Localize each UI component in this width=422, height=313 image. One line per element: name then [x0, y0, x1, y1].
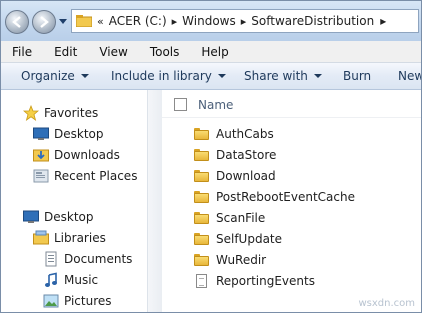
nav-recent-places[interactable]: Recent Places	[33, 167, 137, 185]
folder-icon	[76, 15, 92, 27]
desktop-icon	[23, 209, 39, 225]
folder-icon	[194, 169, 210, 183]
header-divider	[162, 117, 421, 118]
nav-desktop-root[interactable]: Desktop	[23, 208, 94, 226]
address-box[interactable]: « ACER (C:) ▸ Windows ▸ SoftwareDistribu…	[71, 9, 419, 33]
nav-music[interactable]: Music	[43, 271, 98, 289]
file-list: Name AuthCabs DataStore Download PostReb…	[162, 90, 421, 312]
nav-desktop-label: Desktop	[54, 127, 104, 141]
folder-icon	[194, 148, 210, 162]
list-item[interactable]: ScanFile	[194, 209, 265, 227]
back-arrow-icon	[12, 16, 21, 28]
nav-pictures[interactable]: Pictures	[43, 292, 112, 310]
list-item-label: ScanFile	[216, 211, 266, 225]
folder-icon	[194, 127, 210, 141]
nav-pictures-label: Pictures	[64, 294, 112, 308]
list-item-label: ReportingEvents	[216, 274, 315, 288]
nav-favorites-label: Favorites	[44, 106, 99, 120]
libraries-icon	[33, 230, 49, 246]
chevron-down-icon	[313, 74, 322, 78]
command-bar: Organize Include in library Share with B…	[1, 63, 421, 90]
nav-documents[interactable]: Documents	[43, 250, 132, 268]
menu-bar: File Edit View Tools Help	[1, 41, 421, 63]
menu-tools[interactable]: Tools	[150, 45, 180, 59]
recent-pages-dropdown-icon[interactable]	[59, 19, 67, 24]
documents-icon	[43, 251, 59, 267]
explorer-window: « ACER (C:) ▸ Windows ▸ SoftwareDistribu…	[0, 0, 422, 313]
organize-button[interactable]: Organize	[21, 69, 89, 83]
share-with-button[interactable]: Share with	[244, 69, 322, 83]
breadcrumb-separator-icon[interactable]: ▸	[172, 15, 178, 28]
column-header: Name	[162, 90, 421, 118]
share-with-label: Share with	[244, 69, 308, 83]
chevron-down-icon	[80, 74, 89, 78]
list-item[interactable]: PostRebootEventCache	[194, 188, 355, 206]
organize-label: Organize	[21, 69, 75, 83]
folder-icon	[194, 253, 210, 267]
select-all-checkbox[interactable]	[174, 98, 187, 111]
list-item-label: DataStore	[216, 148, 277, 162]
folder-icon	[194, 211, 210, 225]
folder-icon	[194, 232, 210, 246]
list-item-label: Download	[216, 169, 276, 183]
nav-favorites[interactable]: Favorites	[22, 104, 99, 122]
nav-libraries-label: Libraries	[54, 231, 106, 245]
breadcrumb-windows[interactable]: Windows	[182, 14, 236, 28]
column-name-header[interactable]: Name	[198, 98, 233, 112]
nav-desktop[interactable]: Desktop	[33, 125, 104, 143]
pane-splitter[interactable]	[147, 90, 163, 312]
list-item-label: AuthCabs	[216, 127, 274, 141]
breadcrumb-separator-icon[interactable]: ▸	[380, 14, 386, 28]
nav-documents-label: Documents	[64, 252, 133, 266]
forward-button[interactable]	[32, 10, 56, 34]
list-item-label: WuRedir	[216, 253, 267, 267]
list-item[interactable]: Download	[194, 167, 276, 185]
new-folder-button[interactable]: New	[398, 69, 421, 83]
navigation-pane: Favorites Desktop Downloads Recent Place…	[1, 90, 147, 312]
nav-downloads[interactable]: Downloads	[33, 146, 120, 164]
forward-arrow-icon	[40, 16, 49, 28]
list-item[interactable]: WuRedir	[194, 251, 266, 269]
list-item-label: PostRebootEventCache	[216, 190, 355, 204]
address-bar: « ACER (C:) ▸ Windows ▸ SoftwareDistribu…	[1, 1, 421, 41]
overflow-chevron[interactable]: «	[97, 15, 104, 28]
include-in-library-button[interactable]: Include in library	[111, 69, 226, 83]
pictures-icon	[43, 293, 59, 309]
breadcrumb-softwaredistribution[interactable]: SoftwareDistribution	[251, 14, 374, 28]
burn-button[interactable]: Burn	[343, 69, 371, 83]
downloads-folder-icon	[33, 147, 49, 163]
breadcrumb-drive[interactable]: ACER (C:)	[109, 14, 167, 28]
desktop-icon	[33, 126, 49, 142]
breadcrumb-separator-icon[interactable]: ▸	[241, 15, 247, 28]
menu-help[interactable]: Help	[201, 45, 228, 59]
nav-desktop-root-label: Desktop	[44, 210, 94, 224]
menu-file[interactable]: File	[12, 45, 32, 59]
star-icon	[22, 104, 40, 121]
chevron-down-icon	[217, 74, 226, 78]
list-item-label: SelfUpdate	[216, 232, 283, 246]
watermark: wsxdn.com	[358, 298, 415, 309]
list-item[interactable]: AuthCabs	[194, 125, 274, 143]
recent-places-icon	[33, 168, 49, 184]
music-icon	[43, 272, 59, 288]
nav-libraries[interactable]: Libraries	[33, 229, 106, 247]
list-item[interactable]: SelfUpdate	[194, 230, 282, 248]
list-item[interactable]: DataStore	[194, 146, 276, 164]
include-in-library-label: Include in library	[111, 69, 212, 83]
file-icon	[194, 274, 210, 288]
list-item[interactable]: ReportingEvents	[194, 272, 315, 290]
menu-view[interactable]: View	[99, 45, 127, 59]
folder-icon	[194, 190, 210, 204]
menu-edit[interactable]: Edit	[54, 45, 77, 59]
nav-downloads-label: Downloads	[54, 148, 120, 162]
nav-music-label: Music	[64, 273, 99, 287]
nav-recent-places-label: Recent Places	[54, 169, 138, 183]
back-button[interactable]	[5, 10, 29, 34]
